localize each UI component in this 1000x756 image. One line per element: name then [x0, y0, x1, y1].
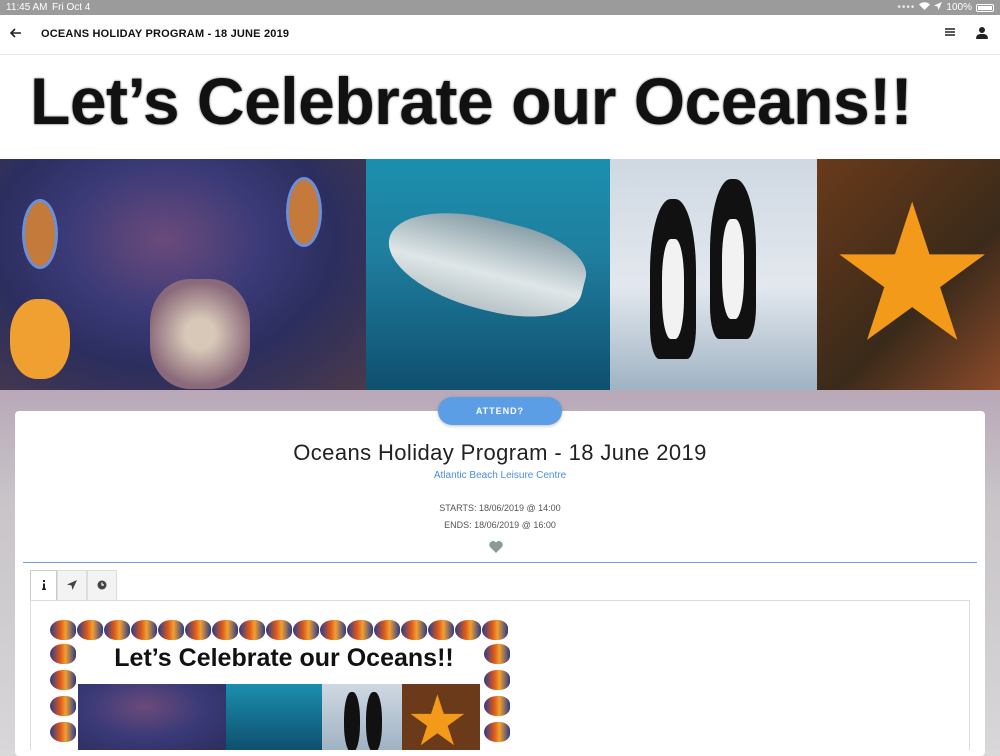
venue-link[interactable]: Atlantic Beach Leisure Centre — [0, 470, 1000, 481]
tab-time[interactable] — [87, 570, 117, 601]
info-icon — [41, 579, 47, 593]
tab-location[interactable] — [57, 570, 87, 601]
status-time: 11:45 AM — [6, 2, 48, 13]
hamburger-menu-icon[interactable] — [944, 25, 956, 41]
event-title: Oceans Holiday Program - 18 June 2019 — [293, 440, 707, 465]
clock-icon — [97, 580, 107, 593]
battery-percent: 100% — [946, 2, 972, 13]
event-start-time: STARTS: 18/06/2019 @ 14:00 — [439, 503, 561, 513]
back-arrow-icon[interactable] — [9, 26, 22, 42]
poster-starfish-photo: ★ — [402, 684, 480, 750]
user-icon[interactable] — [976, 27, 988, 41]
fish-border-top — [50, 620, 512, 642]
tab-info[interactable] — [30, 570, 57, 601]
app-header: OCEANS HOLIDAY PROGRAM - 18 JUNE 2019 — [0, 15, 1000, 55]
detail-tabs — [30, 570, 117, 601]
section-divider — [23, 562, 977, 563]
fish-border-right — [484, 644, 510, 742]
octopus-photo — [0, 159, 366, 390]
status-right: •••• 100% — [897, 0, 994, 15]
heart-icon[interactable] — [488, 539, 504, 555]
location-icon — [934, 0, 943, 15]
event-poster-image: Let’s Celebrate our Oceans!! ★ — [50, 620, 512, 750]
battery-icon — [976, 3, 994, 12]
event-end-time: ENDS: 18/06/2019 @ 16:00 — [444, 520, 556, 530]
poster-octopus-photo — [78, 684, 226, 750]
poster-shark-photo — [226, 684, 322, 750]
banner-photos: ★ — [0, 159, 1000, 390]
status-bar: 11:45 AM Fri Oct 4 •••• 100% — [0, 0, 1000, 15]
poster-penguins-photo — [322, 684, 402, 750]
attend-button[interactable]: ATTEND? — [438, 397, 562, 425]
starfish-photo: ★ — [817, 159, 1000, 390]
penguins-photo — [610, 159, 817, 390]
location-arrow-icon — [67, 579, 77, 593]
banner-headline: Let’s Celebrate our Oceans!! — [30, 64, 913, 138]
wifi-icon — [919, 0, 931, 15]
event-banner-image: Let’s Celebrate our Oceans!! ★ — [0, 55, 1000, 390]
status-date: Fri Oct 4 — [52, 2, 91, 13]
poster-headline: Let’s Celebrate our Oceans!! — [114, 644, 454, 672]
shark-photo — [366, 159, 610, 390]
page-title: OCEANS HOLIDAY PROGRAM - 18 JUNE 2019 — [41, 28, 290, 40]
signal-dots-icon: •••• — [897, 2, 916, 13]
fish-border-left — [50, 644, 76, 742]
